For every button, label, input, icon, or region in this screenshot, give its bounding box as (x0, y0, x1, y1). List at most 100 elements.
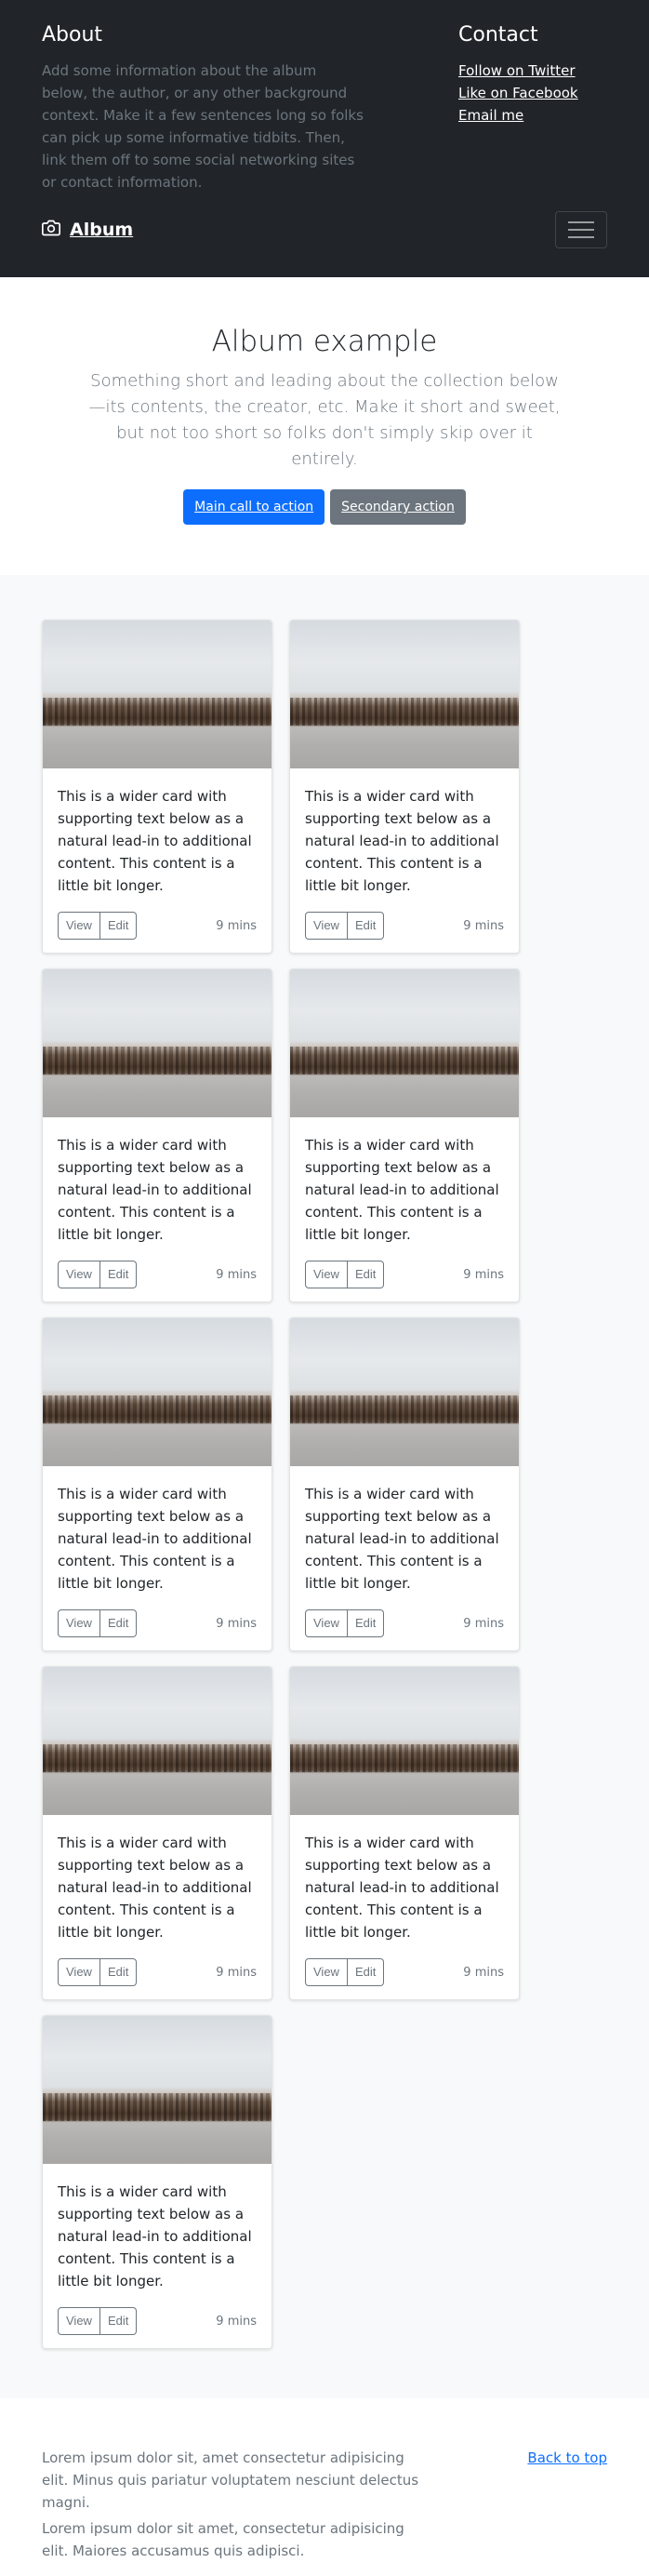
card-text: This is a wider card with supporting tex… (305, 1835, 499, 1941)
brand-link[interactable]: Album (42, 219, 133, 242)
navbar-collapse-panel: About Add some information about the alb… (0, 0, 649, 191)
card-footer: View Edit 9 mins (305, 1609, 504, 1637)
card-time: 9 mins (216, 2314, 257, 2329)
thumbnail-texture (43, 2093, 272, 2121)
card-grid: This is a wider card with supporting tex… (42, 620, 607, 2349)
contact-links: Follow on Twitter Like on Facebook Email… (458, 60, 607, 127)
brand-label: Album (70, 220, 134, 240)
edit-button[interactable]: Edit (99, 1609, 138, 1637)
thumbnail-texture (43, 1047, 272, 1074)
card-text: This is a wider card with supporting tex… (58, 1137, 252, 1243)
card-time: 9 mins (216, 1965, 257, 1980)
album-card: This is a wider card with supporting tex… (289, 1666, 520, 2000)
thumbnail-texture (290, 1744, 519, 1772)
album-card: This is a wider card with supporting tex… (42, 968, 272, 1302)
footer: Back to top Lorem ipsum dolor sit, amet … (0, 2398, 649, 2576)
view-button[interactable]: View (58, 1261, 100, 1288)
card-footer: View Edit 9 mins (58, 1958, 257, 1986)
facebook-link[interactable]: Like on Facebook (458, 85, 578, 101)
card-body: This is a wider card with supporting tex… (290, 1117, 519, 1301)
card-text: This is a wider card with supporting tex… (58, 788, 252, 894)
card-thumbnail (290, 969, 519, 1117)
card-body: This is a wider card with supporting tex… (43, 1466, 272, 1650)
view-button[interactable]: View (305, 1958, 348, 1986)
card-body: This is a wider card with supporting tex… (43, 2164, 272, 2348)
edit-button[interactable]: Edit (347, 1958, 385, 1986)
card-text: This is a wider card with supporting tex… (58, 2183, 252, 2289)
card-body: This is a wider card with supporting tex… (43, 1117, 272, 1301)
footer-text: Lorem ipsum dolor sit, amet consectetur … (42, 2449, 419, 2511)
card-text: This is a wider card with supporting tex… (58, 1835, 252, 1941)
edit-button[interactable]: Edit (99, 912, 138, 940)
card-time: 9 mins (463, 1616, 504, 1631)
secondary-action-button[interactable]: Secondary action (330, 489, 466, 525)
card-time: 9 mins (216, 1267, 257, 1282)
hero-title: Album example (211, 325, 438, 358)
navbar: Album (0, 182, 649, 277)
view-button[interactable]: View (58, 2307, 100, 2335)
twitter-link[interactable]: Follow on Twitter (458, 62, 576, 79)
card-footer: View Edit 9 mins (58, 2307, 257, 2335)
thumbnail-texture (43, 1744, 272, 1772)
card-button-group: View Edit (58, 1261, 138, 1288)
card-thumbnail (43, 2016, 272, 2164)
about-heading: About (42, 23, 103, 47)
view-button[interactable]: View (305, 1261, 348, 1288)
contact-section: Contact Follow on Twitter Like on Facebo… (458, 24, 607, 194)
navbar-toggler-button[interactable] (555, 211, 607, 248)
email-link[interactable]: Email me (458, 107, 523, 124)
edit-button[interactable]: Edit (99, 2307, 138, 2335)
edit-button[interactable]: Edit (347, 912, 385, 940)
about-text: Add some information about the album bel… (42, 62, 364, 191)
main-call-to-action-button[interactable]: Main call to action (183, 489, 325, 525)
album-card: This is a wider card with supporting tex… (42, 2015, 272, 2349)
card-thumbnail (290, 621, 519, 768)
card-footer: View Edit 9 mins (58, 1261, 257, 1288)
thumbnail-texture (43, 1395, 272, 1423)
card-button-group: View Edit (305, 1958, 385, 1986)
edit-button[interactable]: Edit (347, 1261, 385, 1288)
album-card: This is a wider card with supporting tex… (289, 620, 520, 954)
view-button[interactable]: View (58, 1609, 100, 1637)
album-card: This is a wider card with supporting tex… (42, 620, 272, 954)
footer-text: Lorem ipsum dolor sit amet, consectetur … (42, 2520, 404, 2559)
camera-icon (42, 219, 60, 242)
edit-button[interactable]: Edit (99, 1958, 138, 1986)
card-footer: View Edit 9 mins (58, 1609, 257, 1637)
view-button[interactable]: View (305, 1609, 348, 1637)
view-button[interactable]: View (305, 912, 348, 940)
hamburger-menu-icon (568, 236, 594, 238)
edit-button[interactable]: Edit (99, 1261, 138, 1288)
card-button-group: View Edit (58, 912, 138, 940)
site-header: About Add some information about the alb… (0, 0, 649, 277)
contact-item: Like on Facebook (458, 82, 607, 104)
card-time: 9 mins (463, 1965, 504, 1980)
card-body: This is a wider card with supporting tex… (43, 768, 272, 953)
album-section: This is a wider card with supporting tex… (0, 575, 649, 2398)
hamburger-menu-icon (568, 229, 594, 231)
contact-heading: Contact (458, 23, 538, 47)
card-footer: View Edit 9 mins (305, 1958, 504, 1986)
card-thumbnail (43, 1318, 272, 1466)
card-thumbnail (43, 969, 272, 1117)
album-card: This is a wider card with supporting tex… (289, 968, 520, 1302)
card-thumbnail (290, 1667, 519, 1815)
card-button-group: View Edit (58, 2307, 138, 2335)
thumbnail-texture (43, 698, 272, 726)
card-body: This is a wider card with supporting tex… (43, 1815, 272, 1999)
card-footer: View Edit 9 mins (58, 912, 257, 940)
card-text: This is a wider card with supporting tex… (305, 788, 499, 894)
back-to-top-link[interactable]: Back to top (527, 2447, 607, 2469)
hero-lead: Something short and leading about the co… (88, 371, 561, 469)
card-time: 9 mins (216, 1616, 257, 1631)
view-button[interactable]: View (58, 1958, 100, 1986)
card-thumbnail (43, 621, 272, 768)
thumbnail-texture (290, 1047, 519, 1074)
edit-button[interactable]: Edit (347, 1609, 385, 1637)
card-footer: View Edit 9 mins (305, 1261, 504, 1288)
card-thumbnail (290, 1318, 519, 1466)
view-button[interactable]: View (58, 912, 100, 940)
card-text: This is a wider card with supporting tex… (58, 1486, 252, 1592)
main-content: Album example Something short and leadin… (0, 277, 649, 2398)
card-time: 9 mins (216, 918, 257, 933)
